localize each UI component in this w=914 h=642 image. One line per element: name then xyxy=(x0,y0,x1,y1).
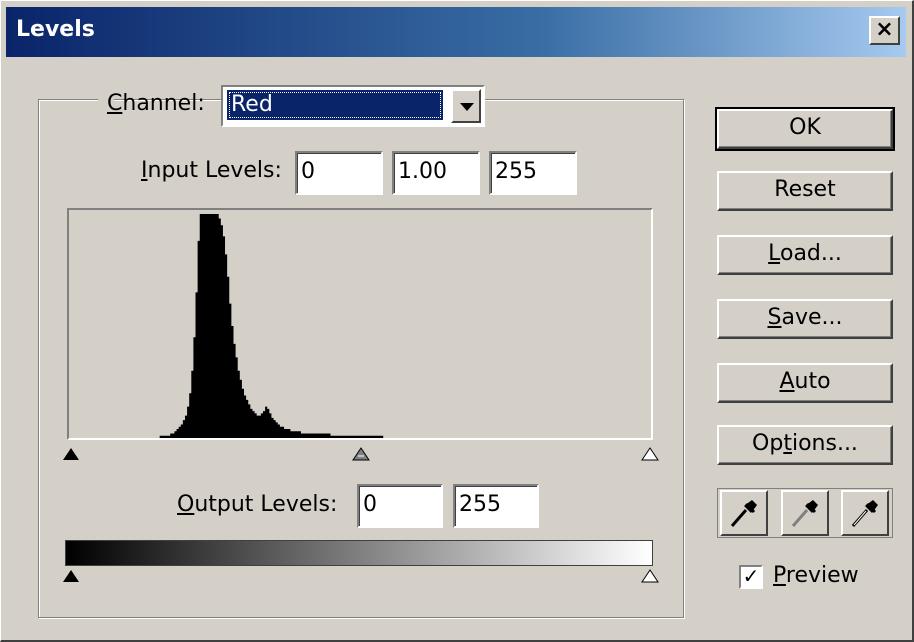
input-highlights-slider[interactable] xyxy=(641,447,659,461)
input-gamma-slider[interactable] xyxy=(352,447,370,461)
close-button[interactable]: × xyxy=(869,16,900,45)
output-highlights-field[interactable]: 255 xyxy=(453,484,539,528)
histogram-bars xyxy=(69,214,651,438)
title-bar[interactable]: Levels × xyxy=(6,7,906,57)
histogram-graph xyxy=(69,214,651,438)
auto-button[interactable]: Auto xyxy=(717,363,893,403)
input-shadows-slider[interactable] xyxy=(62,447,80,461)
close-icon: × xyxy=(875,17,894,42)
options-button[interactable]: Options... xyxy=(717,425,893,465)
input-highlights-field[interactable]: 255 xyxy=(489,151,577,195)
preview-checkbox[interactable]: ✓ xyxy=(739,565,763,589)
channel-selected-value: Red xyxy=(227,90,443,120)
black-eyedropper-button[interactable] xyxy=(720,490,768,536)
output-levels-label: Output Levels: xyxy=(177,492,338,517)
channel-label-text: Channel: xyxy=(107,91,205,116)
white-eyedropper-button[interactable] xyxy=(841,490,889,536)
reset-button[interactable]: Reset xyxy=(717,171,893,211)
eyedropper-gray-icon xyxy=(791,500,818,527)
channel-select[interactable]: Red xyxy=(221,85,485,127)
preview-label[interactable]: Preview xyxy=(773,563,859,588)
output-gradient-bar xyxy=(65,540,653,566)
eyedropper-white-icon xyxy=(851,500,878,527)
ok-button[interactable]: OK xyxy=(715,107,895,151)
save-button[interactable]: Save... xyxy=(717,299,893,339)
gray-eyedropper-button[interactable] xyxy=(781,490,829,536)
histogram xyxy=(67,208,653,440)
output-shadows-field[interactable]: 0 xyxy=(357,484,443,528)
output-highlights-slider[interactable] xyxy=(641,569,659,583)
input-shadows-field[interactable]: 0 xyxy=(295,151,383,195)
levels-dialog: Levels × Channel: Red Input Levels: 0 1.… xyxy=(0,0,914,642)
input-levels-label: Input Levels: xyxy=(141,158,282,183)
output-shadows-slider[interactable] xyxy=(62,569,80,583)
dialog-title: Levels xyxy=(16,17,95,42)
input-gamma-field[interactable]: 1.00 xyxy=(392,151,480,195)
chevron-down-icon[interactable] xyxy=(451,89,481,123)
eyedropper-black-icon xyxy=(730,500,757,527)
checkmark-icon: ✓ xyxy=(742,564,760,588)
load-button[interactable]: Load... xyxy=(717,235,893,275)
